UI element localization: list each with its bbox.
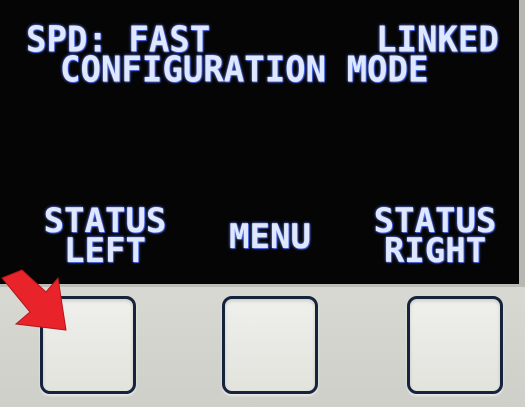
red-arrow-pointer-icon <box>1 269 67 331</box>
softkey-right-button[interactable] <box>407 296 503 394</box>
mode-title: CONFIGURATION MODE <box>60 48 429 91</box>
device-panel: SPD: FAST LINKED CONFIGURATION MODE STAT… <box>0 0 525 407</box>
softkey-label-menu: MENU <box>229 217 311 257</box>
softkey-menu-button[interactable] <box>222 296 318 394</box>
softkey-label-left: STATUS LEFT <box>30 204 180 268</box>
lcd-screen: SPD: FAST LINKED CONFIGURATION MODE STAT… <box>0 0 525 287</box>
softkey-label-right: STATUS RIGHT <box>360 204 510 268</box>
